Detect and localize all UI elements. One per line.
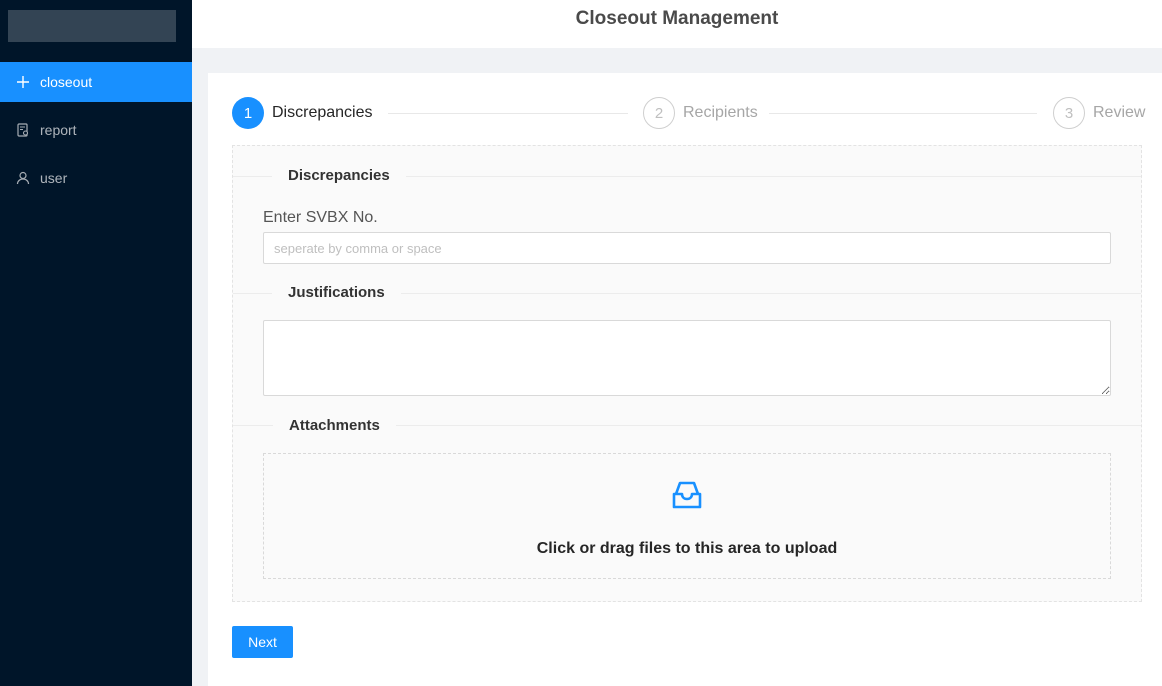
step-recipients[interactable]: 2 Recipients xyxy=(643,97,758,129)
sidebar-item-label: closeout xyxy=(40,74,93,90)
sidebar-item-label: user xyxy=(40,170,68,186)
step-number: 2 xyxy=(643,97,675,129)
step-number: 1 xyxy=(232,97,264,129)
sidebar-item-label: report xyxy=(40,122,77,138)
sidebar-item-closeout[interactable]: closeout xyxy=(0,62,192,102)
justifications-textarea[interactable] xyxy=(263,320,1111,396)
svbx-input[interactable] xyxy=(263,232,1111,264)
report-icon xyxy=(16,123,30,137)
next-button[interactable]: Next xyxy=(232,626,293,658)
step-title: Recipients xyxy=(683,104,758,121)
page-title: Closeout Management xyxy=(575,8,779,29)
upload-dropzone[interactable]: Click or drag files to this area to uplo… xyxy=(263,453,1111,579)
sidebar-item-report[interactable]: report xyxy=(0,110,192,150)
user-icon xyxy=(16,171,30,185)
step-title: Review xyxy=(1093,104,1146,121)
header: Closeout Management xyxy=(192,0,1162,48)
step-number: 3 xyxy=(1053,97,1085,129)
step-connector xyxy=(388,113,628,114)
section-title-justifications: Justifications xyxy=(272,284,401,301)
sidebar-menu: closeout report user xyxy=(0,62,192,206)
step-review[interactable]: 3 Review xyxy=(1053,97,1145,129)
section-title-attachments: Attachments xyxy=(273,417,396,434)
inbox-icon xyxy=(672,481,702,509)
svbx-label: Enter SVBX No. xyxy=(263,209,378,226)
sidebar: closeout report user xyxy=(0,0,192,686)
step-title: Discrepancies xyxy=(272,104,373,121)
plus-icon xyxy=(16,75,30,89)
step-discrepancies[interactable]: 1 Discrepancies xyxy=(232,97,372,129)
app-logo xyxy=(8,10,176,42)
sidebar-item-user[interactable]: user xyxy=(0,158,192,198)
upload-text: Click or drag files to this area to uplo… xyxy=(536,540,838,557)
step-connector xyxy=(769,113,1037,114)
discrepancies-form: Discrepancies Enter SVBX No. Justificati… xyxy=(232,145,1142,602)
section-title-discrepancies: Discrepancies xyxy=(272,167,406,184)
